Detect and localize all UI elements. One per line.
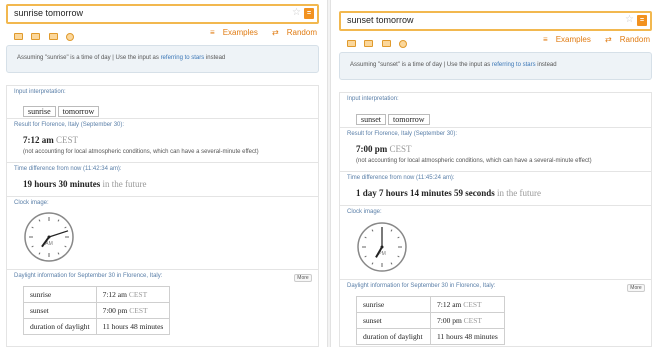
upload-icon[interactable] <box>48 33 58 41</box>
table-row: sunset 7:00 pm CEST <box>356 312 505 329</box>
result-timezone: CEST <box>56 135 79 145</box>
time-difference-value: 1 day 7 hours 14 minutes 59 seconds <box>356 188 495 198</box>
star-icon[interactable]: ☆ <box>625 14 634 25</box>
right-result-panel: sunset tomorrow ☆ = ≡ Examples ⇄ Random As… <box>333 0 658 347</box>
interpretation-tag: tomorrow <box>57 106 100 117</box>
toolbar: ≡ Examples ⇄ Random <box>347 35 652 48</box>
row-value: 7:00 pm <box>102 306 128 315</box>
row-value: 7:12 am <box>437 300 462 309</box>
table-row: sunrise 7:12 am CEST <box>356 296 505 313</box>
camera-icon[interactable] <box>31 33 41 41</box>
row-value: 7:12 am <box>102 290 127 299</box>
assumption-text: Assuming "sunset" is a time of day | Use… <box>350 62 491 68</box>
search-input[interactable]: sunset tomorrow ☆ = <box>339 11 652 31</box>
search-query[interactable]: sunrise tomorrow <box>14 8 83 18</box>
gear-icon[interactable] <box>66 32 75 41</box>
result-note: (not accounting for local atmospheric co… <box>356 158 592 164</box>
assumption-box: Assuming "sunrise" is a time of day | Us… <box>6 45 319 73</box>
table-row: sunrise 7:12 am CEST <box>23 286 171 303</box>
pod-title: Clock image: <box>14 200 49 206</box>
row-label: duration of daylight <box>356 328 431 345</box>
row-zone: CEST <box>128 290 148 299</box>
shuffle-icon: ⇄ <box>605 35 612 44</box>
row-value: 7:00 pm <box>437 316 462 325</box>
row-label: sunset <box>356 312 431 329</box>
left-result-panel: sunrise tomorrow ☆ = ≡ Examples ⇄ Random A… <box>0 0 325 347</box>
clock-pod: Clock image: AM <box>6 197 319 270</box>
pod-title: Time difference from now (11:45:24 am): <box>347 175 455 181</box>
result-note: (not accounting for local atmospheric co… <box>23 149 259 155</box>
search-input[interactable]: sunrise tomorrow ☆ = <box>6 4 319 24</box>
result-time: 7:00 pm <box>356 144 388 154</box>
assumption-box: Assuming "sunset" is a time of day | Use… <box>339 52 652 80</box>
row-zone: CEST <box>463 300 482 309</box>
row-zone: CEST <box>463 316 483 325</box>
camera-icon[interactable] <box>364 40 374 48</box>
keyboard-icon[interactable] <box>347 40 356 48</box>
result-timezone: CEST <box>389 144 412 154</box>
pod-title: Result for Florence, Italy (September 30… <box>347 131 458 137</box>
pod-title: Clock image: <box>347 209 382 215</box>
compute-icon[interactable]: = <box>637 15 647 26</box>
examples-icon: ≡ <box>543 35 548 44</box>
compute-icon[interactable]: = <box>304 8 314 19</box>
assumption-link[interactable]: referring to stars <box>492 62 536 68</box>
clock-pod: Clock image: PM <box>339 206 652 280</box>
pod-title: Daylight information for September 30 in… <box>14 273 163 279</box>
examples-link[interactable]: ≡ Examples <box>204 28 258 37</box>
table-row: duration of daylight 11 hours 48 minutes <box>356 328 505 345</box>
pod-title: Result for Florence, Italy (September 30… <box>14 122 125 128</box>
row-label: sunset <box>23 302 97 319</box>
more-button[interactable]: More <box>627 284 645 292</box>
panel-divider <box>327 0 331 347</box>
row-label: sunrise <box>356 296 431 313</box>
result-pod: Result for Florence, Italy (September 30… <box>6 119 319 163</box>
assumption-suffix: instead <box>537 62 557 68</box>
row-label: duration of daylight <box>23 318 97 335</box>
interpretation-tag: tomorrow <box>388 114 430 125</box>
random-link[interactable]: ⇄ Random <box>266 28 317 37</box>
time-difference-suffix: in the future <box>497 188 542 198</box>
examples-icon: ≡ <box>210 28 215 37</box>
random-link[interactable]: ⇄ Random <box>599 35 650 44</box>
result-pod: Result for Florence, Italy (September 30… <box>339 128 652 172</box>
table-row: sunset 7:00 pm CEST <box>23 302 171 319</box>
row-label: sunrise <box>23 286 97 303</box>
daylight-table: sunrise 7:12 am CEST sunset 7:00 pm CEST d… <box>356 296 505 345</box>
input-interpretation-pod: Input interpretation: sunrise tomorrow <box>6 85 319 119</box>
shuffle-icon: ⇄ <box>272 28 279 37</box>
table-row: duration of daylight 11 hours 48 minutes <box>23 318 171 335</box>
interpretation-tag: sunrise <box>23 106 56 117</box>
result-time: 7:12 am <box>23 135 54 145</box>
pod-title: Daylight information for September 30 in… <box>347 283 496 289</box>
time-difference-pod: Time difference from now (11:45:24 am): … <box>339 172 652 206</box>
assumption-suffix: instead <box>205 55 226 61</box>
interpretation-tag: sunset <box>356 114 386 125</box>
clock-icon: PM <box>357 222 407 272</box>
time-difference-pod: Time difference from now (11:42:34 am): … <box>6 163 319 197</box>
row-zone: CEST <box>129 306 148 315</box>
keyboard-icon[interactable] <box>14 33 23 41</box>
more-button[interactable]: More <box>294 274 312 282</box>
input-interpretation-pod: Input interpretation: sunset tomorrow <box>339 92 652 128</box>
gear-icon[interactable] <box>399 39 408 48</box>
daylight-pod: Daylight information for September 30 in… <box>6 270 319 347</box>
pod-title: Time difference from now (11:42:34 am): <box>14 166 122 172</box>
clock-icon: AM <box>24 212 74 262</box>
toolbar: ≡ Examples ⇄ Random <box>14 28 319 41</box>
examples-link[interactable]: ≡ Examples <box>537 35 591 44</box>
row-value: 11 hours 48 minutes <box>102 322 164 331</box>
assumption-link[interactable]: referring to stars <box>161 55 205 61</box>
star-icon[interactable]: ☆ <box>292 7 301 18</box>
time-difference-value: 19 hours 30 minutes <box>23 179 101 189</box>
assumption-text: Assuming "sunrise" is a time of day | Us… <box>17 55 159 61</box>
time-difference-suffix: in the future <box>102 179 147 189</box>
pod-title: Input interpretation: <box>347 96 399 102</box>
search-query[interactable]: sunset tomorrow <box>347 15 414 25</box>
row-value: 11 hours 48 minutes <box>437 332 498 341</box>
upload-icon[interactable] <box>381 40 391 48</box>
daylight-table: sunrise 7:12 am CEST sunset 7:00 pm CEST d… <box>23 286 171 335</box>
pod-title: Input interpretation: <box>14 89 66 95</box>
daylight-pod: Daylight information for September 30 in… <box>339 280 652 347</box>
